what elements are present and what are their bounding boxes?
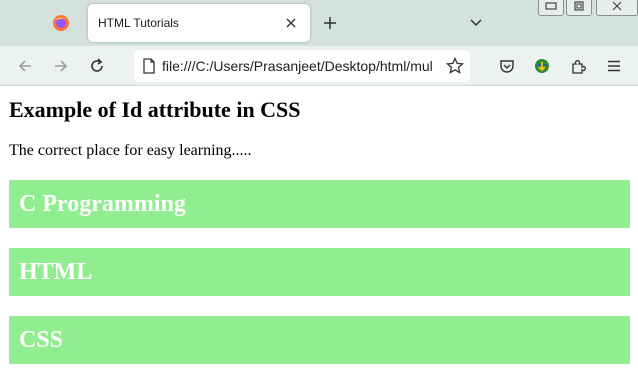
firefox-logo-icon[interactable]	[52, 14, 70, 32]
menu-button[interactable]	[603, 55, 625, 77]
page-icon	[143, 58, 155, 74]
url-bar[interactable]: file:///C:/Users/Prasanjeet/Desktop/html…	[134, 50, 470, 82]
navigation-toolbar: file:///C:/Users/Prasanjeet/Desktop/html…	[0, 46, 638, 86]
bookmark-button[interactable]	[440, 50, 470, 82]
restore-button[interactable]	[566, 0, 592, 16]
box-html: HTML	[9, 248, 630, 296]
box-label: HTML	[19, 258, 93, 285]
star-icon	[446, 57, 464, 74]
box-c-programming: C Programming	[9, 180, 630, 228]
pocket-button[interactable]	[496, 55, 518, 77]
restore-icon	[574, 1, 584, 11]
minimize-icon	[545, 2, 557, 10]
list-all-tabs-button[interactable]	[466, 13, 486, 33]
new-tab-button[interactable]	[320, 13, 340, 33]
page-content: Example of Id attribute in CSS The corre…	[0, 86, 638, 389]
minimize-button[interactable]	[538, 0, 564, 16]
url-text[interactable]: file:///C:/Users/Prasanjeet/Desktop/html…	[162, 58, 440, 74]
forward-button[interactable]	[50, 55, 72, 77]
close-icon	[286, 18, 296, 28]
window-close-button[interactable]	[596, 0, 638, 16]
chevron-down-icon	[470, 19, 482, 27]
box-label: C Programming	[19, 190, 186, 217]
tab-title: HTML Tutorials	[98, 16, 179, 30]
plus-icon	[324, 17, 336, 29]
pocket-icon	[500, 60, 514, 73]
reload-button[interactable]	[86, 55, 108, 77]
box-label: CSS	[19, 326, 64, 353]
tab-strip: HTML Tutorials	[0, 0, 638, 46]
extensions-icon	[572, 60, 586, 74]
forward-arrow-icon	[55, 60, 68, 72]
tab-html-tutorials[interactable]: HTML Tutorials	[88, 4, 310, 42]
reload-icon	[91, 58, 103, 72]
back-arrow-icon	[18, 60, 31, 72]
tab-close-button[interactable]	[282, 14, 300, 32]
download-manager-icon	[535, 59, 549, 73]
box-css: CSS	[9, 316, 630, 364]
download-manager-button[interactable]	[531, 55, 553, 77]
page-heading: Example of Id attribute in CSS	[9, 97, 301, 122]
menu-icon	[608, 60, 620, 72]
page-paragraph: The correct place for easy learning.....	[9, 142, 252, 159]
extensions-button[interactable]	[567, 55, 589, 77]
back-button[interactable]	[14, 55, 36, 77]
window-close-icon	[612, 1, 622, 11]
